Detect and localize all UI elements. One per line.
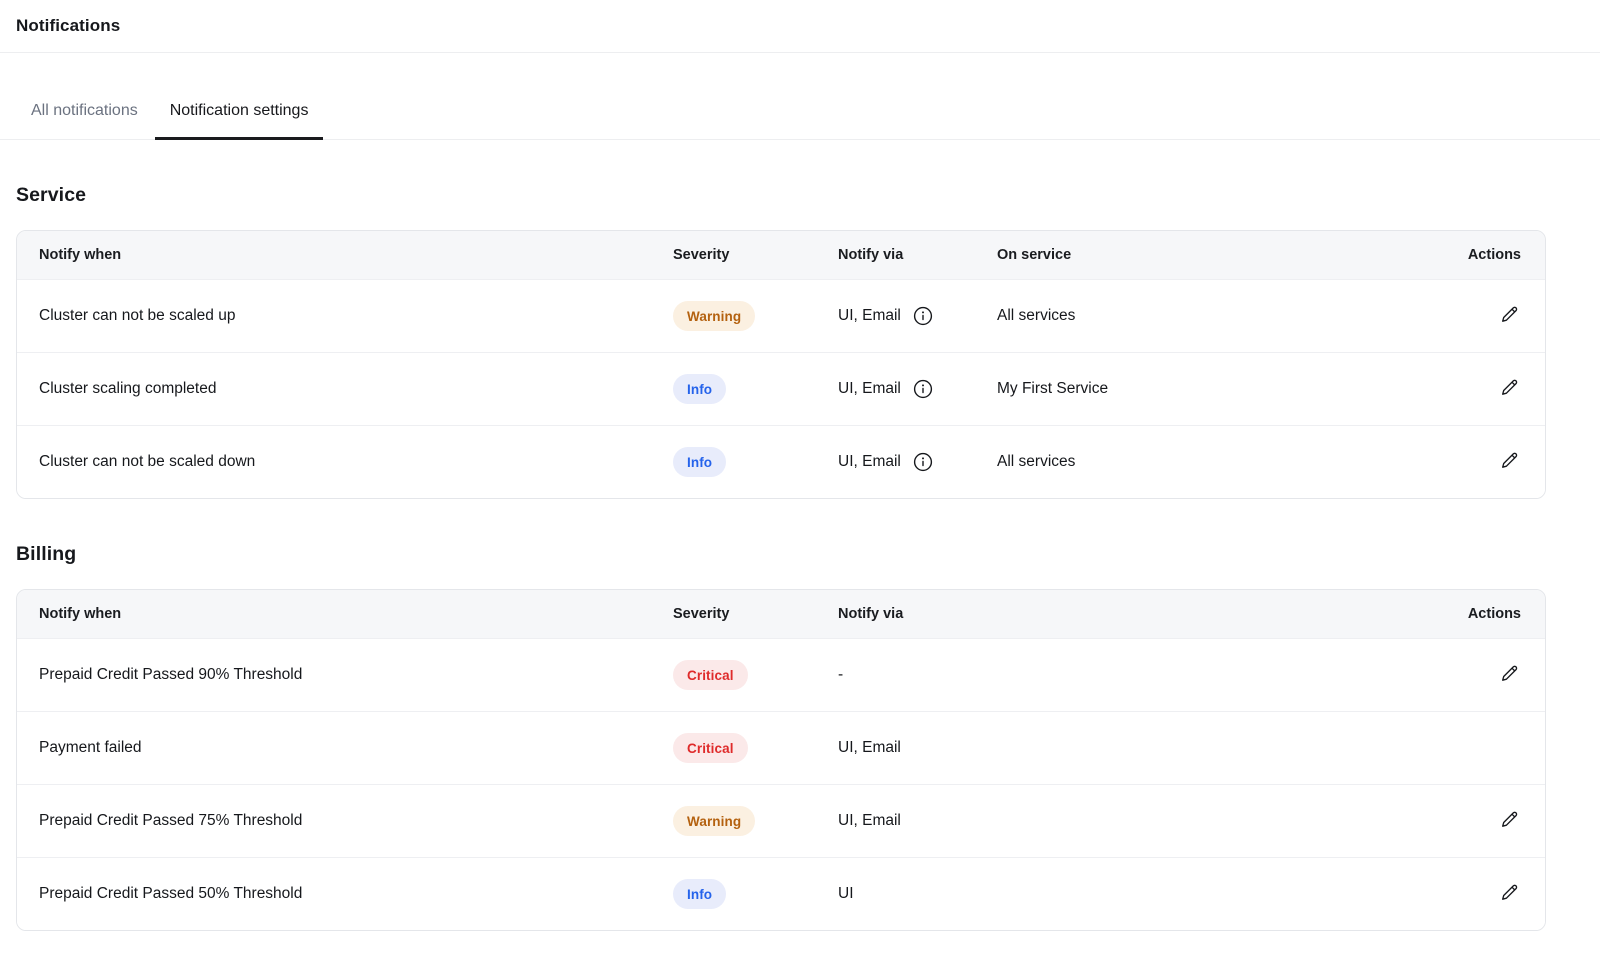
- on-service-cell: All services: [997, 307, 1457, 325]
- notify-via-value: UI, Email: [838, 307, 901, 325]
- table-row: Cluster scaling completed Info UI, Email…: [17, 352, 1545, 425]
- notify-via-value: UI, Email: [838, 380, 901, 398]
- pencil-icon: [1500, 458, 1519, 473]
- pencil-icon: [1500, 312, 1519, 327]
- severity-badge: Info: [673, 447, 726, 477]
- on-service-cell: All services: [997, 453, 1457, 471]
- notify-when-cell: Prepaid Credit Passed 75% Threshold: [39, 812, 673, 830]
- severity-badge: Warning: [673, 301, 755, 331]
- notify-when-cell: Prepaid Credit Passed 90% Threshold: [39, 666, 673, 684]
- severity-badge: Critical: [673, 733, 748, 763]
- service-table-header: Notify when Severity Notify via On servi…: [17, 231, 1545, 279]
- severity-badge: Critical: [673, 660, 748, 690]
- column-header-severity: Severity: [673, 247, 838, 263]
- column-header-notify-via: Notify via: [838, 247, 997, 263]
- column-header-severity: Severity: [673, 606, 838, 622]
- edit-button[interactable]: [1498, 662, 1521, 685]
- billing-table: Notify when Severity Notify via Actions …: [16, 589, 1546, 931]
- table-row: Cluster can not be scaled down Info UI, …: [17, 425, 1545, 498]
- table-row: Prepaid Credit Passed 90% Threshold Crit…: [17, 638, 1545, 711]
- notify-when-cell: Cluster can not be scaled up: [39, 307, 673, 325]
- billing-table-header: Notify when Severity Notify via Actions: [17, 590, 1545, 638]
- pencil-icon: [1500, 385, 1519, 400]
- table-row: Prepaid Credit Passed 75% Threshold Warn…: [17, 784, 1545, 857]
- section-title-billing: Billing: [16, 543, 1600, 566]
- page-header: Notifications: [0, 0, 1600, 53]
- notify-via-value: -: [838, 666, 843, 684]
- pencil-icon: [1500, 890, 1519, 905]
- page-title: Notifications: [16, 16, 120, 36]
- edit-button[interactable]: [1498, 303, 1521, 326]
- table-row: Payment failed Critical UI, Email: [17, 711, 1545, 784]
- notify-via-value: UI: [838, 885, 854, 903]
- pencil-icon: [1500, 817, 1519, 832]
- pencil-icon: [1500, 671, 1519, 686]
- column-header-notify-via: Notify via: [838, 606, 1457, 622]
- edit-button[interactable]: [1498, 808, 1521, 831]
- table-row: Prepaid Credit Passed 50% Threshold Info…: [17, 857, 1545, 930]
- column-header-on-service: On service: [997, 247, 1457, 263]
- info-icon[interactable]: [913, 306, 933, 326]
- service-table: Notify when Severity Notify via On servi…: [16, 230, 1546, 499]
- notify-via-value: UI, Email: [838, 453, 901, 471]
- notify-when-cell: Cluster can not be scaled down: [39, 453, 673, 471]
- info-icon[interactable]: [913, 379, 933, 399]
- edit-button[interactable]: [1498, 881, 1521, 904]
- table-row: Cluster can not be scaled up Warning UI,…: [17, 279, 1545, 352]
- tab-bar: All notifications Notification settings: [0, 84, 1600, 140]
- severity-badge: Info: [673, 879, 726, 909]
- severity-badge: Info: [673, 374, 726, 404]
- column-header-notify-when: Notify when: [39, 247, 673, 263]
- column-header-notify-when: Notify when: [39, 606, 673, 622]
- notify-via-value: UI, Email: [838, 739, 901, 757]
- notify-when-cell: Cluster scaling completed: [39, 380, 673, 398]
- severity-badge: Warning: [673, 806, 755, 836]
- notify-when-cell: Prepaid Credit Passed 50% Threshold: [39, 885, 673, 903]
- column-header-actions: Actions: [1457, 247, 1521, 263]
- section-title-service: Service: [16, 184, 1600, 207]
- notify-when-cell: Payment failed: [39, 739, 673, 757]
- on-service-cell: My First Service: [997, 380, 1457, 398]
- tab-notification-settings[interactable]: Notification settings: [155, 84, 324, 140]
- edit-button[interactable]: [1498, 376, 1521, 399]
- info-icon[interactable]: [913, 452, 933, 472]
- notify-via-value: UI, Email: [838, 812, 901, 830]
- edit-button[interactable]: [1498, 449, 1521, 472]
- tab-all-notifications[interactable]: All notifications: [16, 84, 153, 140]
- column-header-actions: Actions: [1457, 606, 1521, 622]
